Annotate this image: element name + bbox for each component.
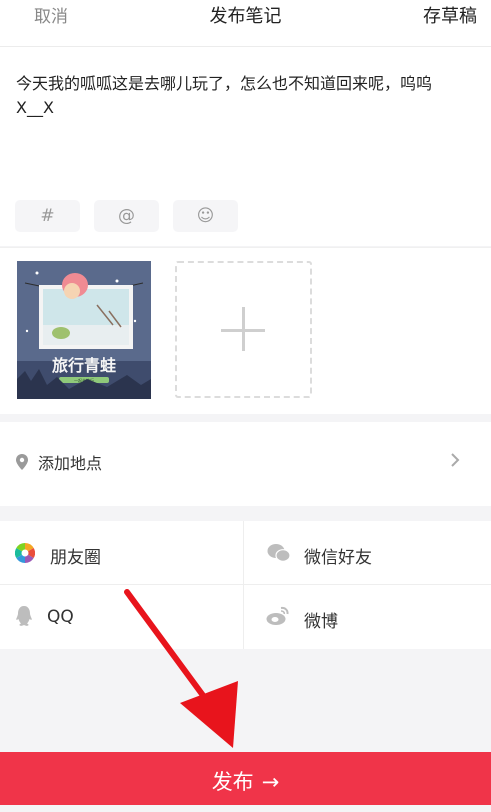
photo-caption: 旅行青蛙 xyxy=(52,356,116,375)
hashtag-button[interactable]: # xyxy=(15,200,80,232)
mention-button[interactable]: @ xyxy=(94,200,159,232)
share-weibo-label: 微博 xyxy=(304,612,338,632)
location-pin-icon xyxy=(16,454,28,470)
hashtag-icon: # xyxy=(40,206,55,226)
share-options: 朋友圈 微信好友 QQ 微博 xyxy=(0,521,491,649)
media-section: 旅行青蛙 一起去旅行 xyxy=(0,247,491,414)
note-text-input[interactable]: 今天我的呱呱这是去哪儿玩了，怎么也不知道回来呢，呜呜X__X xyxy=(16,72,466,120)
wechat-icon xyxy=(267,544,291,562)
share-qq-label: QQ xyxy=(47,607,74,627)
arrow-right-icon: → xyxy=(261,770,280,794)
emoji-button[interactable]: ☺ xyxy=(173,200,238,232)
add-location-label: 添加地点 xyxy=(38,454,103,473)
share-weibo[interactable]: 微博 xyxy=(244,585,488,648)
share-wechat-label: 微信好友 xyxy=(304,548,372,568)
top-bar: 取消 发布笔记 存草稿 xyxy=(0,0,491,47)
save-draft-button[interactable]: 存草稿 xyxy=(423,2,477,28)
qq-icon xyxy=(16,606,32,626)
publish-button[interactable]: 发布 → xyxy=(0,752,491,805)
share-moments[interactable]: 朋友圈 xyxy=(0,521,244,584)
emoji-icon: ☺ xyxy=(196,206,215,226)
note-editor[interactable]: 今天我的呱呱这是去哪儿玩了，怎么也不知道回来呢，呜呜X__X # @ ☺ xyxy=(0,47,491,246)
photo-thumbnail[interactable]: 旅行青蛙 一起去旅行 xyxy=(17,261,151,399)
add-photo-button[interactable] xyxy=(175,261,312,398)
page-title: 发布笔记 xyxy=(209,6,282,27)
add-location-row[interactable]: 添加地点 xyxy=(0,422,491,506)
chevron-right-icon xyxy=(451,453,460,467)
share-qq[interactable]: QQ xyxy=(0,585,244,648)
publish-label: 发布 xyxy=(211,770,254,794)
share-moments-label: 朋友圈 xyxy=(50,548,101,568)
weibo-icon xyxy=(266,606,289,625)
photo-image: 旅行青蛙 一起去旅行 xyxy=(17,261,151,399)
share-wechat[interactable]: 微信好友 xyxy=(244,521,488,584)
mention-icon: @ xyxy=(118,206,135,226)
moments-icon xyxy=(15,543,35,563)
